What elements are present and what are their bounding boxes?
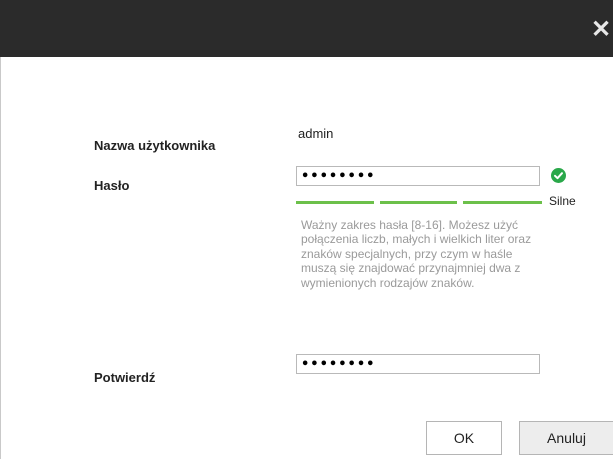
dialog-titlebar: ✕ — [0, 0, 613, 57]
password-input[interactable] — [296, 166, 540, 186]
strength-bar-segment — [296, 201, 374, 204]
username-value: admin — [298, 126, 334, 141]
strength-bar-segment — [463, 201, 542, 204]
confirm-label: Potwierdź — [94, 370, 156, 385]
strength-label: Silne — [549, 194, 576, 208]
cancel-button[interactable]: Anuluj — [519, 421, 613, 455]
check-circle-icon — [551, 168, 566, 183]
strength-bar-segment — [380, 201, 457, 204]
password-label: Hasło — [94, 178, 130, 193]
close-icon[interactable]: ✕ — [591, 17, 613, 43]
dialog-border — [0, 57, 1, 459]
confirm-password-input[interactable] — [296, 354, 540, 374]
ok-button[interactable]: OK — [426, 421, 502, 455]
username-label: Nazwa użytkownika — [94, 138, 216, 153]
password-hint: Ważny zakres hasła [8-16]. Możesz użyć p… — [301, 218, 532, 290]
